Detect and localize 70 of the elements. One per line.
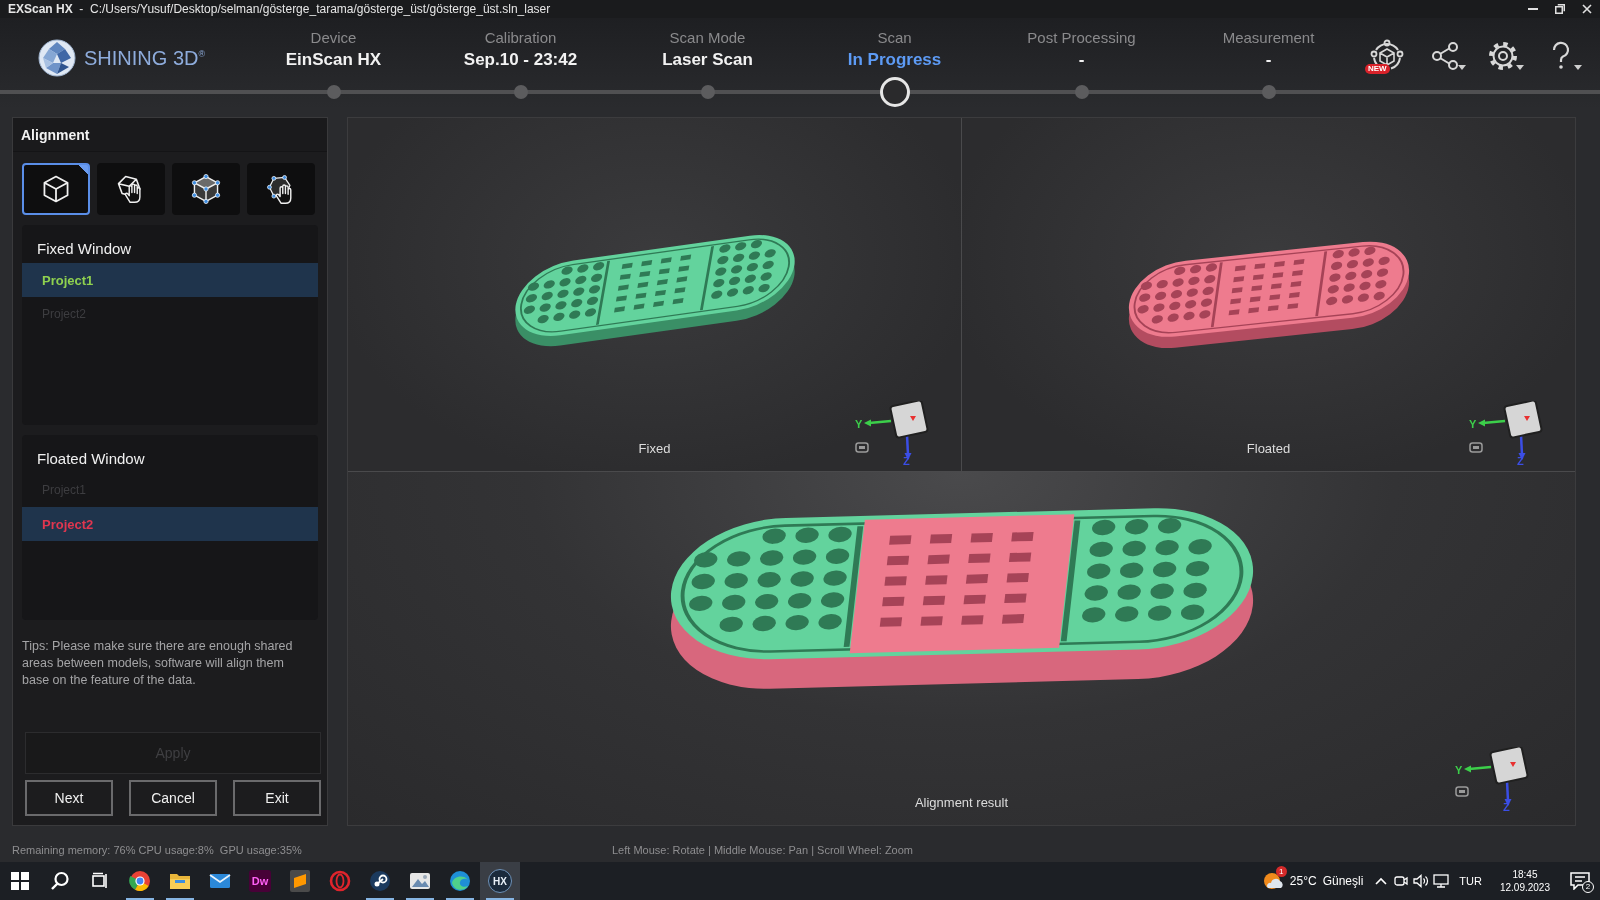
search-icon (50, 871, 70, 891)
clock-date[interactable]: 12.09.2023 (1499, 881, 1550, 894)
weather-icon (1261, 870, 1284, 892)
step-label: Device (310, 28, 357, 48)
tips-text: Tips: Please make sure there are enough shared areas between models, software will align them base on the feature of the data. (22, 638, 294, 689)
step-label: Scan Mode (669, 28, 746, 48)
task-view-icon (91, 872, 109, 890)
taskbar-app[interactable]: HX (480, 862, 520, 900)
new-badge: NEW (1365, 64, 1390, 74)
list-title: Fixed Window (36, 239, 132, 259)
close-icon (1581, 4, 1592, 14)
cube-points-icon (190, 173, 222, 205)
wave-circle-icon (449, 870, 471, 892)
dialog-button[interactable]: Exit (233, 780, 321, 816)
faceted-sphere-logo-icon (38, 39, 76, 77)
taskbar-app[interactable]: Dw (240, 862, 280, 900)
step-value: - (1265, 49, 1272, 71)
brand-logo-text: SHINING 3D$^{®}$ (84, 46, 206, 70)
notification-icon (1570, 872, 1590, 890)
step-value: Sep.10 - 23:42 (463, 49, 578, 71)
step-label: Scan (877, 28, 912, 48)
speaker-icon (1413, 874, 1430, 888)
alignment-mode-button[interactable] (22, 163, 90, 215)
share-icon (1430, 41, 1460, 71)
step-value: EinScan HX (285, 49, 382, 71)
step-value: - (1078, 49, 1085, 71)
help-icon (1550, 41, 1572, 71)
step-value: Laser Scan (662, 49, 753, 71)
notification-badge: 1 (1275, 866, 1287, 877)
viewport-label: Floated (1246, 441, 1291, 457)
picture-icon (409, 871, 431, 891)
axis-label: Y (1455, 764, 1463, 776)
minimize-icon (1527, 8, 1538, 10)
language-indicator[interactable]: TUR (1451, 862, 1490, 900)
app-tile-icon (290, 870, 310, 892)
windows-logo-icon (11, 872, 29, 890)
restore-icon (1554, 4, 1565, 14)
round-app-icon (369, 870, 391, 892)
mail-icon (209, 872, 231, 890)
mouse-hint-text: Left Mouse: Rotate | Middle Mouse: Pan | Scroll Wheel: Zoom (612, 844, 913, 856)
step-label: Post Processing (1027, 28, 1136, 48)
dialog-button[interactable]: Next (25, 780, 113, 816)
axis-label: Y (855, 418, 863, 430)
monitor-icon (1433, 874, 1450, 888)
weather-widget[interactable]: 1 25°C Güneşli (1261, 862, 1372, 900)
settings-icon (1488, 41, 1518, 71)
axis-label: Y (1469, 418, 1477, 430)
ring-icon (329, 870, 351, 892)
window-title: EXScan HX - C:/Users/Yusuf/Desktop/selman/gösterge_tarama/gösterge_üst/gösterge_üst.sln_laser (8, 2, 551, 16)
cube-sync-button[interactable]: NEW (1362, 34, 1412, 78)
viewport-label: Fixed (638, 441, 671, 457)
folder-icon (169, 871, 191, 891)
alignment-mode-button[interactable] (247, 163, 315, 215)
alignment-mode-button[interactable] (97, 163, 165, 215)
panel-title: Alignment (21, 126, 90, 143)
alignment-mode-button[interactable] (172, 163, 240, 215)
step-label: Measurement (1222, 28, 1315, 48)
dialog-button[interactable]: Cancel (129, 780, 217, 816)
step-value: In Progress (847, 49, 942, 71)
clock-time[interactable]: 18:45 (1512, 868, 1538, 881)
system-stats-text: Remaining memory: 76% CPU usage:8% GPU usage:35% (11, 844, 303, 856)
list-title: Floated Window (36, 449, 145, 469)
chevron-up-icon (1375, 877, 1388, 885)
browser-icon (129, 870, 151, 892)
viewport-label: Alignment result (914, 795, 1009, 811)
notification-center-button[interactable]: 2 (1560, 862, 1600, 900)
project-item[interactable]: Project1 (22, 263, 318, 297)
step-label: Calibration (484, 28, 557, 48)
camera-icon (1394, 874, 1409, 888)
notification-count: 2 (1582, 881, 1594, 893)
